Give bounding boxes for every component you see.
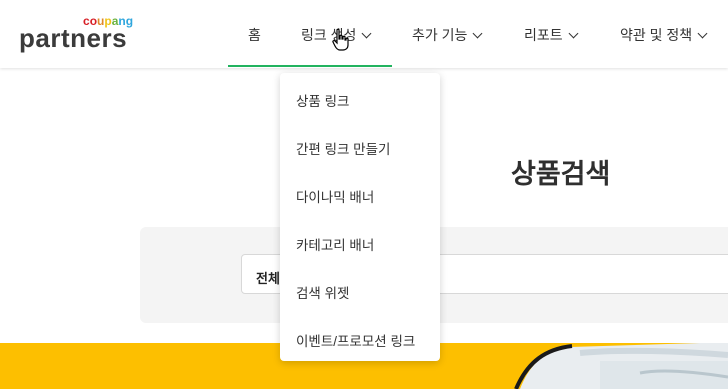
- chevron-down-icon: [697, 28, 708, 38]
- nav-item-extra-features[interactable]: 추가 기능: [412, 25, 483, 45]
- nav-item-report[interactable]: 리포트: [524, 25, 579, 45]
- hand-pointer-cursor-icon: [332, 28, 349, 51]
- active-nav-indicator: [228, 65, 392, 67]
- dropdown-item-category-banner[interactable]: 카테고리 배너: [296, 234, 374, 254]
- top-header: coupang partners 홈 링크 생성 추가 기능 리포트 약관 및 …: [0, 0, 728, 68]
- chevron-down-icon: [361, 28, 372, 38]
- nav-label: 리포트: [524, 27, 563, 43]
- category-select[interactable]: 전체: [256, 268, 280, 287]
- partners-wordmark: partners: [19, 23, 128, 53]
- page-title: 상품검색: [511, 159, 611, 189]
- chevron-down-icon: [568, 28, 579, 38]
- dropdown-item-event-promotion-link[interactable]: 이벤트/프로모션 링크: [296, 330, 415, 350]
- chevron-down-icon: [472, 28, 483, 38]
- nav-label: 약관 및 정책: [620, 27, 693, 43]
- nav-label: 홈: [248, 27, 261, 43]
- nav-item-home[interactable]: 홈: [248, 25, 261, 45]
- link-create-dropdown: 상품 링크 간편 링크 만들기 다이나믹 배너 카테고리 배너 검색 위젯 이벤…: [280, 73, 440, 361]
- dropdown-item-search-widget[interactable]: 검색 위젯: [296, 282, 349, 302]
- dropdown-item-product-link[interactable]: 상품 링크: [296, 90, 349, 110]
- nav-item-terms-policy[interactable]: 약관 및 정책: [620, 25, 708, 45]
- dropdown-item-dynamic-banner[interactable]: 다이나믹 배너: [296, 186, 374, 206]
- dropdown-item-simple-link[interactable]: 간편 링크 만들기: [296, 138, 390, 158]
- nav-label: 추가 기능: [412, 27, 468, 43]
